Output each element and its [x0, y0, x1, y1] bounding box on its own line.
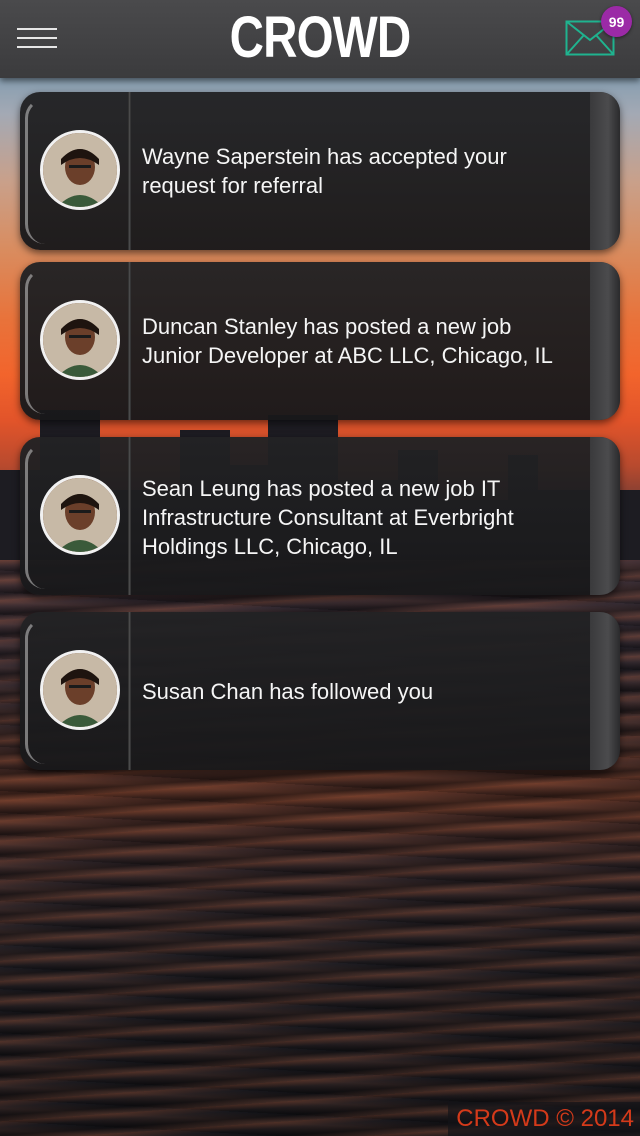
notification-text: Susan Chan has followed you [142, 677, 584, 706]
user-avatar [40, 300, 120, 380]
user-avatar [40, 475, 120, 555]
notification-card[interactable]: Susan Chan has followed you [20, 612, 620, 770]
app-title: CROWD [229, 5, 412, 70]
notification-card[interactable]: Sean Leung has posted a new job IT Infra… [20, 437, 620, 595]
copyright-footer: CROWD © 2014 [448, 1102, 640, 1136]
notification-text: Duncan Stanley has posted a new job Juni… [142, 312, 584, 370]
notification-line: Duncan Stanley has posted a new job [142, 314, 512, 339]
hamburger-menu-icon[interactable] [17, 28, 57, 48]
notification-line: Susan Chan has followed you [142, 679, 434, 704]
notification-card[interactable]: Wayne Saperstein has accepted your reque… [20, 92, 620, 250]
notification-line: Wayne Saperstein has accepted your [142, 144, 507, 169]
notification-line: Holdings LLC, Chicago, IL [142, 534, 398, 559]
notification-line: request for referral [142, 173, 323, 198]
user-avatar [40, 650, 120, 730]
notification-text: Wayne Saperstein has accepted your reque… [142, 142, 584, 200]
notification-line: Sean Leung has posted a new job IT [142, 476, 501, 501]
mail-count-badge: 99 [601, 6, 632, 37]
notification-text: Sean Leung has posted a new job IT Infra… [142, 474, 584, 561]
user-avatar [40, 130, 120, 210]
notification-line: Infrastructure Consultant at Everbright [142, 505, 514, 530]
notification-card[interactable]: Duncan Stanley has posted a new job Juni… [20, 262, 620, 420]
app-header: CROWD 99 [0, 0, 640, 78]
notification-line: Junior Developer at ABC LLC, Chicago, IL [142, 343, 553, 368]
